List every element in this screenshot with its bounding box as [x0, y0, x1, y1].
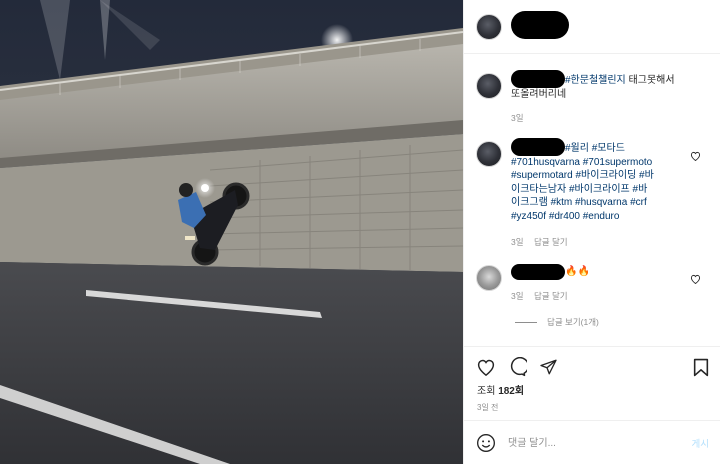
view-replies-label: 답글 보기(1개): [547, 317, 599, 327]
hashtag-link[interactable]: 이크타는남자: [511, 184, 566, 195]
comment-input[interactable]: [508, 435, 668, 451]
hashtag-link[interactable]: #모타드: [592, 143, 625, 154]
hashtag-link[interactable]: #yz450f: [511, 211, 546, 222]
hashtag-link[interactable]: #supermotard: [511, 170, 573, 181]
comment-text: #윌리 #모타드 #701husqvarna #701supermoto #supe…: [511, 142, 711, 224]
hashtag-link[interactable]: #dr400: [549, 211, 580, 222]
author-username-redacted[interactable]: [511, 11, 569, 39]
hashtag-link[interactable]: #윌리: [565, 143, 589, 154]
comment-word: 또올려버리네: [511, 88, 567, 100]
hashtag-link[interactable]: #바: [639, 170, 654, 181]
hashtag-link[interactable]: 이크그램: [511, 197, 548, 208]
comment-line: #supermotard #바이크라이딩 #바: [511, 169, 711, 183]
comment-line: #701husqvarna #701supermoto: [511, 156, 711, 170]
post-header: [464, 0, 720, 54]
reply-link[interactable]: 답글 달기: [534, 237, 568, 247]
commenter-username-redacted[interactable]: [511, 264, 565, 280]
share-icon[interactable]: [539, 358, 558, 381]
emoji-icon[interactable]: [476, 433, 496, 458]
commenter-avatar[interactable]: [476, 141, 502, 167]
view-count-value: 182회: [498, 386, 525, 397]
hashtag-link[interactable]: #701supermoto: [583, 157, 653, 168]
bookmark-icon[interactable]: [693, 358, 709, 382]
hashtag-link[interactable]: #한문철챌린지: [565, 75, 626, 86]
commenter-avatar[interactable]: [476, 73, 502, 99]
author-avatar[interactable]: [476, 14, 502, 40]
hashtag-link[interactable]: #crf: [630, 197, 647, 208]
hashtag-link[interactable]: #바이크라이딩: [575, 170, 636, 181]
comment-meta: 3일 답글 달기: [511, 236, 576, 248]
commenter-avatar[interactable]: [476, 265, 502, 291]
reply-link[interactable]: 답글 달기: [534, 291, 568, 301]
comment-composer: 게시: [464, 420, 720, 464]
replies-divider-line: [515, 321, 537, 323]
comment-line: #한문철챌린지 태그못해서: [511, 74, 711, 88]
comment-meta: 3일: [511, 112, 532, 124]
comment-time: 3일: [511, 237, 524, 247]
view-count-label: 조회: [477, 386, 496, 397]
post-timestamp[interactable]: 3일 전: [477, 402, 498, 413]
post-side-panel: #한문철챌린지 태그못해서 또올려버리네 3일 #윌리 #모타드 #701husqv…: [463, 0, 720, 464]
view-replies-toggle[interactable]: 답글 보기(1개): [515, 316, 607, 328]
comment-like-heart-icon[interactable]: [690, 148, 701, 166]
hashtag-link[interactable]: #enduro: [583, 211, 620, 222]
comment-line: 이크그램 #ktm #husqvarna #crf: [511, 196, 711, 210]
hashtag-link[interactable]: #husqvarna: [575, 197, 627, 208]
comment-line: 또올려버리네: [511, 88, 711, 102]
comment-word: 태그못해서: [625, 75, 675, 86]
comment-meta: 3일 답글 달기: [511, 290, 576, 302]
hashtag-link[interactable]: #바: [633, 184, 648, 195]
like-heart-icon[interactable]: [476, 358, 496, 381]
comment-line: #yz450f #dr400 #enduro: [511, 210, 711, 224]
comment-like-heart-icon[interactable]: [690, 271, 701, 289]
post-comment-button[interactable]: 게시: [692, 436, 709, 450]
comment-time: 3일: [511, 291, 524, 301]
comment-time: 3일: [511, 113, 524, 123]
comment-emoji: 🔥🔥: [565, 266, 590, 277]
comment-icon[interactable]: [507, 356, 530, 382]
hashtag-link[interactable]: #ktm: [551, 197, 573, 208]
wheelie-night-photo: [0, 0, 463, 464]
comment-text: #한문철챌린지 태그못해서 또올려버리네: [511, 74, 711, 101]
comment-line: #윌리 #모타드: [511, 142, 711, 156]
hashtag-link[interactable]: #바이크라이프: [569, 184, 630, 195]
hashtag-link[interactable]: #701husqvarna: [511, 157, 580, 168]
comment-line: 이크타는남자 #바이크라이프 #바: [511, 183, 711, 197]
view-count[interactable]: 조회 182회: [477, 382, 524, 397]
post-photo[interactable]: [0, 0, 463, 464]
